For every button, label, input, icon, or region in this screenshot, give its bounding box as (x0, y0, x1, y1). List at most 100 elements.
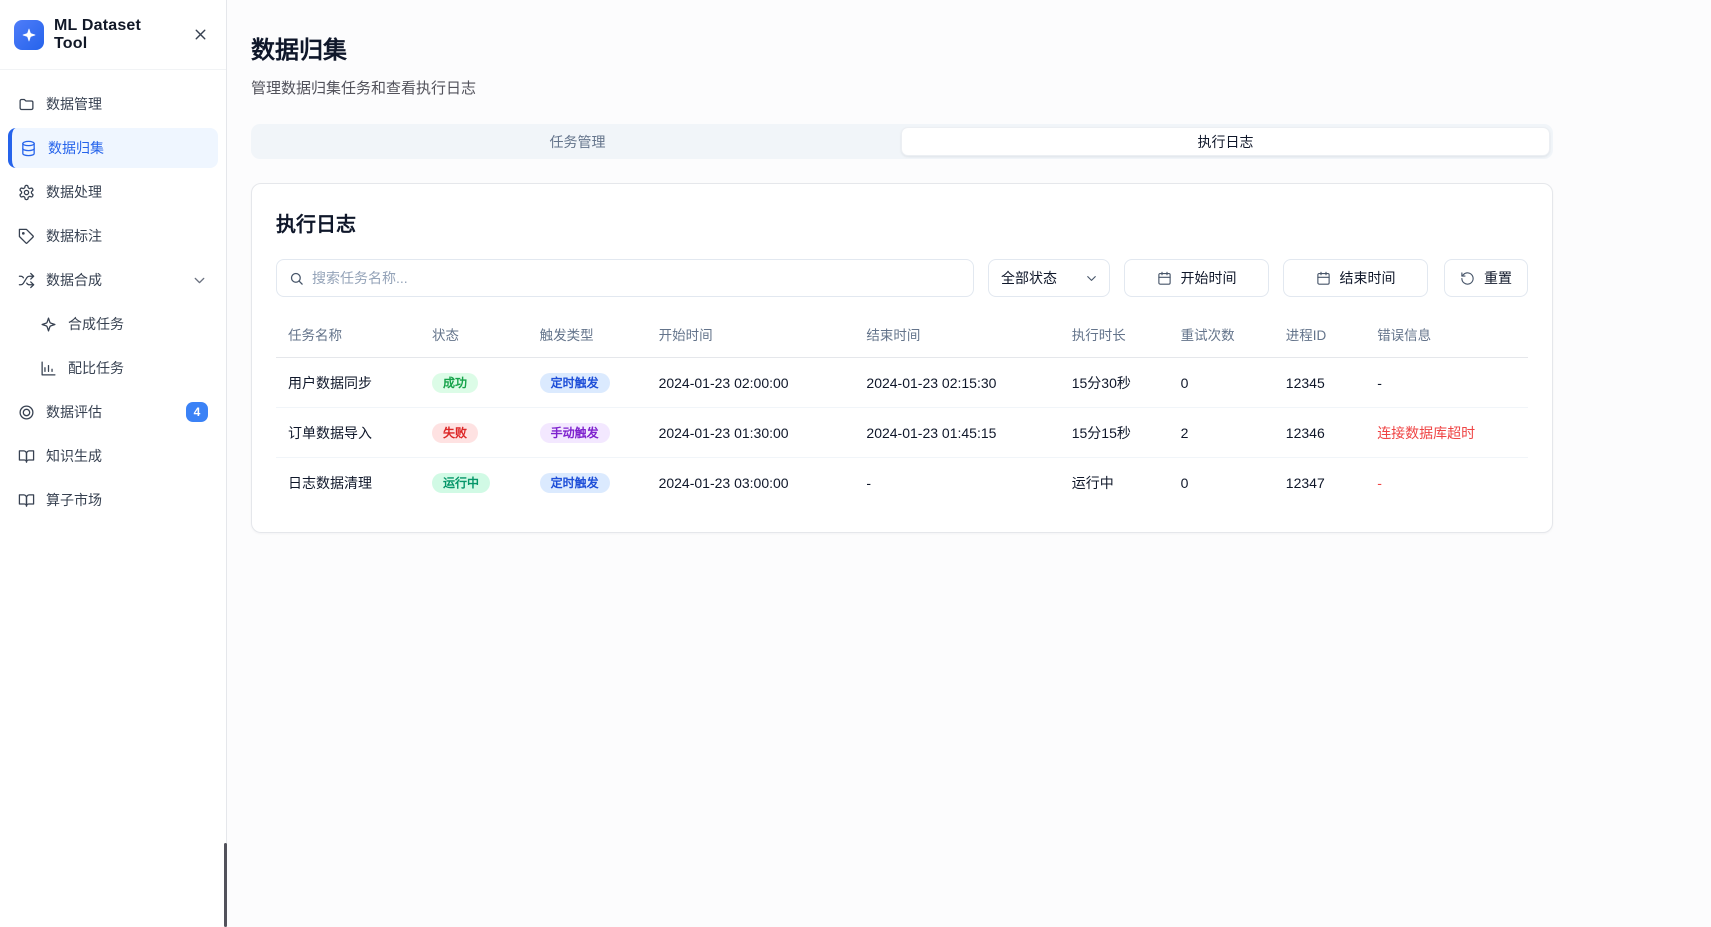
status-badge: 运行中 (432, 473, 490, 493)
execution-log-card: 执行日志 全部状态 开始时间 结束时间 (251, 183, 1553, 533)
sidebar-item-synthesis-task[interactable]: 合成任务 (8, 304, 218, 344)
sidebar-item-data-management[interactable]: 数据管理 (8, 84, 218, 124)
sidebar-item-data-processing[interactable]: 数据处理 (8, 172, 218, 212)
log-table-body: 用户数据同步成功定时触发2024-01-23 02:00:002024-01-2… (276, 358, 1528, 508)
sidebar-item-label: 算子市场 (46, 490, 102, 510)
end-time-cell: - (854, 458, 1059, 508)
process-id-cell: 12347 (1274, 458, 1365, 508)
trigger-cell: 定时触发 (528, 458, 647, 508)
start-time-cell: 2024-01-23 02:00:00 (647, 358, 855, 408)
sidebar-item-label: 数据归集 (48, 138, 104, 158)
col-trigger-type: 触发类型 (528, 311, 647, 358)
close-icon (192, 26, 209, 43)
process-id-cell: 12345 (1274, 358, 1365, 408)
status-filter-value: 全部状态 (1001, 268, 1057, 288)
sidebar-header: ML Dataset Tool (0, 0, 226, 70)
col-start-time: 开始时间 (647, 311, 855, 358)
sidebar-close-button[interactable] (188, 23, 212, 47)
col-duration: 执行时长 (1060, 311, 1169, 358)
gear-icon (18, 184, 35, 201)
error-cell: - (1365, 358, 1528, 408)
calendar-icon (1157, 271, 1172, 286)
sparkles-icon (40, 316, 57, 333)
search-input[interactable] (312, 270, 961, 286)
end-time-label: 结束时间 (1340, 268, 1396, 288)
start-time-cell: 2024-01-23 03:00:00 (647, 458, 855, 508)
execution-log-table: 任务名称 状态 触发类型 开始时间 结束时间 执行时长 重试次数 进程ID 错误… (276, 311, 1528, 508)
task-name-cell: 用户数据同步 (276, 358, 420, 408)
col-task-name: 任务名称 (276, 311, 420, 358)
app-logo (14, 20, 44, 50)
folder-icon (18, 96, 35, 113)
status-cell: 成功 (420, 358, 528, 408)
col-status: 状态 (420, 311, 528, 358)
trigger-cell: 手动触发 (528, 408, 647, 458)
trigger-badge: 手动触发 (540, 423, 610, 443)
col-end-time: 结束时间 (854, 311, 1059, 358)
sparkles-icon (21, 27, 37, 43)
sidebar-item-data-labeling[interactable]: 数据标注 (8, 216, 218, 256)
retry-count-cell: 0 (1169, 458, 1274, 508)
tab-task-management[interactable]: 任务管理 (254, 127, 901, 156)
sidebar-item-ratio-task[interactable]: 配比任务 (8, 348, 218, 388)
sidebar-item-operator-market[interactable]: 算子市场 (8, 480, 218, 520)
sidebar-nav: 数据管理 数据归集 数据处理 数据标注 数据合成 合成任务 配比任务 (0, 70, 226, 534)
end-time-button[interactable]: 结束时间 (1283, 259, 1428, 297)
col-retry-count: 重试次数 (1169, 311, 1274, 358)
sidebar-item-label: 数据处理 (46, 182, 102, 202)
end-time-cell: 2024-01-23 02:15:30 (854, 358, 1059, 408)
database-icon (20, 140, 37, 157)
reset-button[interactable]: 重置 (1444, 259, 1528, 297)
end-time-cell: 2024-01-23 01:45:15 (854, 408, 1059, 458)
calendar-icon (1316, 271, 1331, 286)
shuffle-icon (18, 272, 35, 289)
bar-chart-icon (40, 360, 57, 377)
evaluation-count-badge: 4 (186, 402, 208, 422)
start-time-button[interactable]: 开始时间 (1124, 259, 1269, 297)
main-content: 数据归集 管理数据归集任务和查看执行日志 任务管理 执行日志 执行日志 全部状态… (227, 0, 1711, 927)
duration-cell: 15分15秒 (1060, 408, 1169, 458)
app-title: ML Dataset Tool (54, 17, 178, 53)
retry-count-cell: 0 (1169, 358, 1274, 408)
sidebar-item-data-collection[interactable]: 数据归集 (8, 128, 218, 168)
retry-count-cell: 2 (1169, 408, 1274, 458)
status-cell: 失败 (420, 408, 528, 458)
tab-execution-logs[interactable]: 执行日志 (901, 127, 1550, 156)
chevron-down-icon (1084, 271, 1099, 286)
book-open-icon (18, 448, 35, 465)
tab-bar: 任务管理 执行日志 (251, 124, 1553, 159)
sidebar-item-knowledge-generation[interactable]: 知识生成 (8, 436, 218, 476)
sidebar-item-label: 数据管理 (46, 94, 102, 114)
table-header: 任务名称 状态 触发类型 开始时间 结束时间 执行时长 重试次数 进程ID 错误… (276, 311, 1528, 358)
sidebar-item-label: 数据标注 (46, 226, 102, 246)
start-time-label: 开始时间 (1181, 268, 1237, 288)
sidebar-item-data-synthesis[interactable]: 数据合成 (8, 260, 218, 300)
tag-icon (18, 228, 35, 245)
book-open-icon (18, 492, 35, 509)
table-row: 日志数据清理运行中定时触发2024-01-23 03:00:00-运行中0123… (276, 458, 1528, 508)
status-cell: 运行中 (420, 458, 528, 508)
trigger-badge: 定时触发 (540, 473, 610, 493)
status-filter-select[interactable]: 全部状态 (988, 259, 1110, 297)
task-name-cell: 订单数据导入 (276, 408, 420, 458)
sidebar-item-label: 数据合成 (46, 270, 102, 290)
col-error-info: 错误信息 (1365, 311, 1528, 358)
trigger-cell: 定时触发 (528, 358, 647, 408)
task-name-cell: 日志数据清理 (276, 458, 420, 508)
sidebar-item-label: 合成任务 (68, 314, 124, 334)
card-title: 执行日志 (276, 208, 1528, 237)
scrollbar-thumb[interactable] (224, 843, 227, 927)
error-cell: - (1365, 458, 1528, 508)
duration-cell: 15分30秒 (1060, 358, 1169, 408)
error-cell: 连接数据库超时 (1365, 408, 1528, 458)
sidebar-item-data-evaluation[interactable]: 数据评估 4 (8, 392, 218, 432)
sidebar: ML Dataset Tool 数据管理 数据归集 数据处理 数据标注 数据合成 (0, 0, 227, 927)
sidebar-item-label: 配比任务 (68, 358, 124, 378)
start-time-cell: 2024-01-23 01:30:00 (647, 408, 855, 458)
page-subtitle: 管理数据归集任务和查看执行日志 (251, 77, 1553, 98)
page-title: 数据归集 (251, 30, 1553, 65)
col-process-id: 进程ID (1274, 311, 1365, 358)
reset-label: 重置 (1484, 268, 1512, 288)
status-badge: 失败 (432, 423, 478, 443)
process-id-cell: 12346 (1274, 408, 1365, 458)
